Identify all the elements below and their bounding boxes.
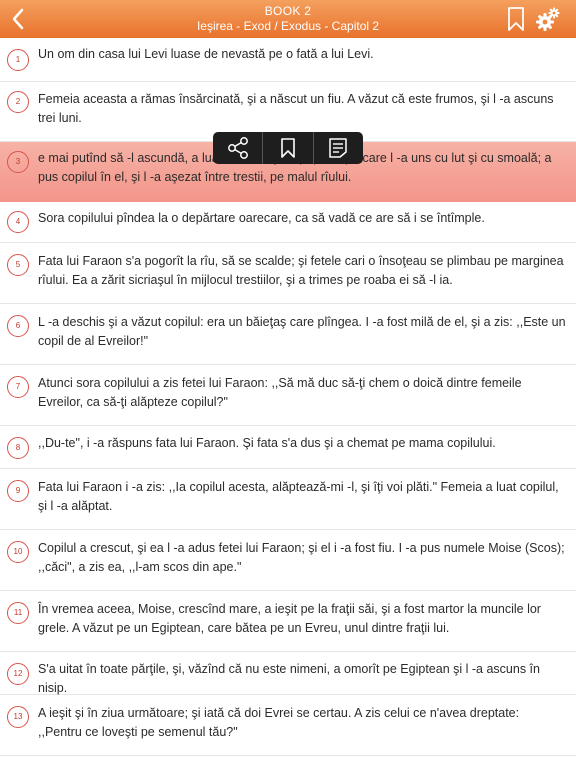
verse-number: 11 bbox=[7, 602, 29, 624]
verse-text: Fata lui Faraon s'a pogorît la rîu, să s… bbox=[38, 254, 564, 287]
verse-text: Femeia aceasta a rămas însărcinată, şi a… bbox=[38, 92, 554, 125]
verse-row[interactable]: 8 ,,Du-te", i -a răspuns fata lui Faraon… bbox=[0, 426, 576, 469]
verse-number: 5 bbox=[7, 254, 29, 276]
header-title-block: BOOK 2 Ieşirea - Exod / Exodus - Capitol… bbox=[80, 4, 496, 33]
verse-row[interactable]: 10 Copilul a crescut, şi ea l -a adus fe… bbox=[0, 530, 576, 591]
add-bookmark-button[interactable] bbox=[263, 132, 314, 164]
verse-text: S'a uitat în toate părţile, şi, văzînd c… bbox=[38, 662, 540, 695]
verse-number: 9 bbox=[7, 480, 29, 502]
verse-text: Atunci sora copilului a zis fetei lui Fa… bbox=[38, 376, 522, 409]
verse-text: L -a deschis şi a văzut copilul: era un … bbox=[38, 315, 566, 348]
verse-row[interactable]: 11 În vremea aceea, Moise, crescînd mare… bbox=[0, 591, 576, 652]
verse-number: 12 bbox=[7, 663, 29, 685]
verse-row[interactable]: 5 Fata lui Faraon s'a pogorît la rîu, să… bbox=[0, 243, 576, 304]
settings-button[interactable] bbox=[534, 6, 562, 34]
add-note-button[interactable] bbox=[314, 132, 363, 164]
bookmark-button[interactable] bbox=[506, 6, 526, 32]
verse-number: 8 bbox=[7, 437, 29, 459]
verse-row[interactable]: 6 L -a deschis şi a văzut copilul: era u… bbox=[0, 304, 576, 365]
verse-row[interactable]: 4 Sora copilului pîndea la o depărtare o… bbox=[0, 202, 576, 243]
verse-number: 13 bbox=[7, 706, 29, 728]
verse-number: 1 bbox=[7, 49, 29, 71]
verse-text: Sora copilului pîndea la o depărtare oar… bbox=[38, 211, 485, 225]
verse-text: Fata lui Faraon i -a zis: ,,Ia copilul a… bbox=[38, 480, 559, 513]
chevron-left-icon bbox=[12, 8, 24, 30]
verse-row[interactable]: 1 Un om din casa lui Levi luase de nevas… bbox=[0, 38, 576, 82]
back-button[interactable] bbox=[4, 2, 32, 36]
verse-text: ,,Du-te", i -a răspuns fata lui Faraon. … bbox=[38, 436, 496, 450]
gears-icon bbox=[536, 7, 560, 31]
verse-text: Un om din casa lui Levi luase de nevastă… bbox=[38, 47, 374, 61]
verse-number: 2 bbox=[7, 91, 29, 113]
book-title: BOOK 2 bbox=[264, 4, 312, 18]
verse-row[interactable]: 12 S'a uitat în toate părţile, şi, văzîn… bbox=[0, 652, 576, 695]
share-button[interactable] bbox=[213, 132, 264, 164]
app-header: BOOK 2 Ieşirea - Exod / Exodus - Capitol… bbox=[0, 0, 576, 38]
verse-text: A ieşit şi în ziua următoare; şi iată că… bbox=[38, 706, 520, 739]
note-icon bbox=[329, 138, 348, 158]
verse-number: 6 bbox=[7, 315, 29, 337]
verse-number: 10 bbox=[7, 541, 29, 563]
verse-number: 3 bbox=[7, 151, 29, 173]
verse-text: Copilul a crescut, şi ea l -a adus fetei… bbox=[38, 541, 565, 574]
bookmark-icon bbox=[281, 138, 295, 158]
verse-text: În vremea aceea, Moise, crescînd mare, a… bbox=[38, 602, 541, 635]
verse-row[interactable]: 13 A ieşit şi în ziua următoare; şi iată… bbox=[0, 695, 576, 756]
verse-action-popup bbox=[213, 132, 363, 164]
chapter-title: Ieşirea - Exod / Exodus - Capitol 2 bbox=[196, 19, 380, 33]
verse-row[interactable]: 9 Fata lui Faraon i -a zis: ,,Ia copilul… bbox=[0, 469, 576, 530]
verse-number: 7 bbox=[7, 376, 29, 398]
share-icon bbox=[227, 137, 248, 159]
verse-number: 4 bbox=[7, 211, 29, 233]
bookmark-icon bbox=[508, 7, 524, 31]
verse-row[interactable]: 7 Atunci sora copilului a zis fetei lui … bbox=[0, 365, 576, 426]
